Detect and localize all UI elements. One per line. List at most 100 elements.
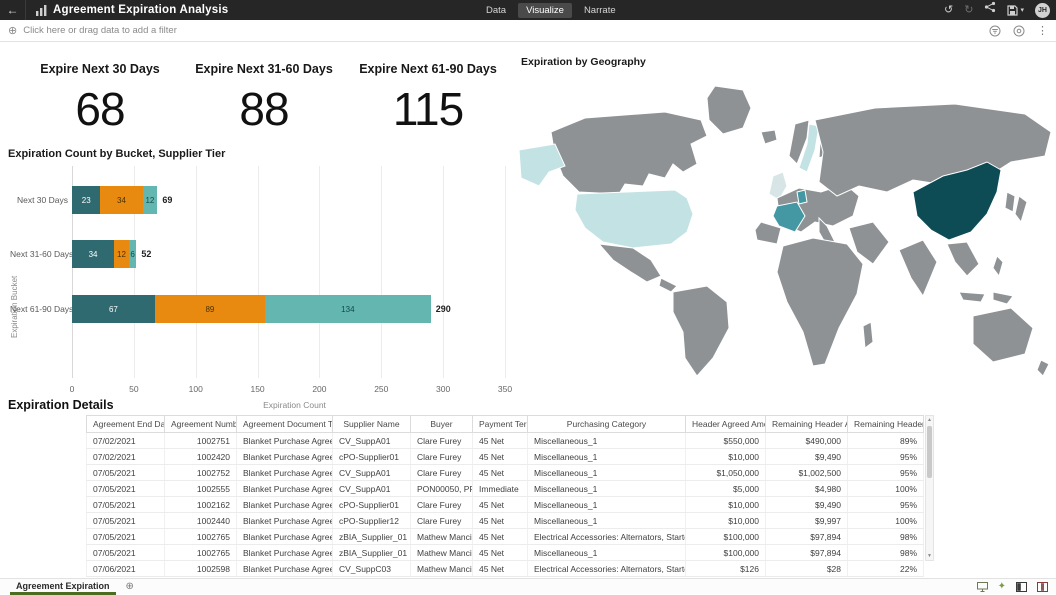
table-cell[interactable]: $97,894: [766, 529, 848, 545]
redo-icon[interactable]: ↻: [964, 0, 973, 20]
table-cell[interactable]: 100%: [848, 481, 924, 497]
table-cell[interactable]: $1,050,000: [686, 465, 766, 481]
table-cell[interactable]: 45 Net: [473, 497, 528, 513]
map-country-philippines[interactable]: [993, 256, 1003, 276]
map-country-japan[interactable]: [1015, 196, 1027, 222]
table-cell[interactable]: $490,000: [766, 433, 848, 449]
table-cell[interactable]: Clare Furey: [411, 497, 473, 513]
table-cell[interactable]: Clare Furey: [411, 465, 473, 481]
column-header-3[interactable]: Supplier Name: [333, 416, 411, 433]
map-country-greenland[interactable]: [707, 86, 751, 134]
table-cell[interactable]: PON00050, PRC: [411, 481, 473, 497]
table-cell[interactable]: 45 Net: [473, 449, 528, 465]
table-cell[interactable]: 07/05/2021: [87, 497, 165, 513]
tab-data[interactable]: Data: [478, 3, 514, 18]
table-cell[interactable]: $10,000: [686, 497, 766, 513]
table-cell[interactable]: Miscellaneous_1: [528, 545, 686, 561]
table-cell[interactable]: Clare Furey: [411, 433, 473, 449]
map-country-korea[interactable]: [1005, 192, 1015, 212]
table-cell[interactable]: zBIA_Supplier_01: [333, 545, 411, 561]
user-avatar[interactable]: JH: [1035, 3, 1050, 18]
add-filter-icon[interactable]: ⊕: [8, 24, 17, 37]
table-scrollbar[interactable]: ▲ ▼: [925, 415, 934, 561]
table-cell[interactable]: 1002765: [165, 545, 237, 561]
column-header-0[interactable]: Agreement End Date: [87, 416, 165, 433]
table-cell[interactable]: 45 Net: [473, 465, 528, 481]
table-cell[interactable]: 45 Net: [473, 561, 528, 577]
table-cell[interactable]: 98%: [848, 545, 924, 561]
column-header-5[interactable]: Payment Terms: [473, 416, 528, 433]
column-header-4[interactable]: Buyer: [411, 416, 473, 433]
table-cell[interactable]: cPO-Supplier01: [333, 497, 411, 513]
table-cell[interactable]: $9,490: [766, 497, 848, 513]
map-country-united-states[interactable]: [575, 190, 693, 248]
table-cell[interactable]: 95%: [848, 465, 924, 481]
table-cell[interactable]: $9,997: [766, 513, 848, 529]
table-cell[interactable]: 07/05/2021: [87, 513, 165, 529]
table-cell[interactable]: 100%: [848, 513, 924, 529]
column-header-2[interactable]: Agreement Document Type: [237, 416, 333, 433]
table-cell[interactable]: 1002751: [165, 433, 237, 449]
map-country-madagascar[interactable]: [863, 322, 873, 348]
table-cell[interactable]: 98%: [848, 529, 924, 545]
scroll-down-icon[interactable]: ▼: [926, 553, 933, 559]
table-cell[interactable]: zBIA_Supplier_01: [333, 529, 411, 545]
bar-segment-tier-3[interactable]: 6: [129, 240, 136, 268]
table-cell[interactable]: Miscellaneous_1: [528, 513, 686, 529]
table-cell[interactable]: Immediate: [473, 481, 528, 497]
table-cell[interactable]: 07/02/2021: [87, 433, 165, 449]
table-cell[interactable]: 1002765: [165, 529, 237, 545]
table-cell[interactable]: $5,000: [686, 481, 766, 497]
map-country-canada[interactable]: [551, 112, 707, 194]
table-cell[interactable]: CV_SuppA01: [333, 433, 411, 449]
filter-pin-icon[interactable]: [1013, 25, 1025, 37]
map-country-australia[interactable]: [973, 308, 1033, 362]
table-cell[interactable]: $100,000: [686, 545, 766, 561]
map-country-india[interactable]: [899, 240, 937, 296]
back-icon[interactable]: ←: [0, 0, 26, 20]
layout-split-panel-icon[interactable]: [1037, 582, 1048, 592]
table-cell[interactable]: $4,980: [766, 481, 848, 497]
table-cell[interactable]: 1002752: [165, 465, 237, 481]
map-country-central-america[interactable]: [659, 278, 677, 292]
bar-segment-tier-2[interactable]: 34: [100, 186, 142, 214]
tab-narrate[interactable]: Narrate: [576, 3, 624, 18]
table-cell[interactable]: Blanket Purchase Agreement: [237, 465, 333, 481]
table-cell[interactable]: Blanket Purchase Agreement: [237, 513, 333, 529]
map-country-new-zealand[interactable]: [1037, 360, 1049, 376]
table-cell[interactable]: $97,894: [766, 545, 848, 561]
table-cell[interactable]: 1002440: [165, 513, 237, 529]
table-cell[interactable]: 07/05/2021: [87, 481, 165, 497]
table-cell[interactable]: Miscellaneous_1: [528, 433, 686, 449]
table-row-0[interactable]: 07/02/20211002751Blanket Purchase Agreem…: [87, 433, 924, 449]
table-cell[interactable]: $10,000: [686, 513, 766, 529]
map-country-spain[interactable]: [755, 222, 781, 244]
table-cell[interactable]: Blanket Purchase Agreement: [237, 497, 333, 513]
table-cell[interactable]: 45 Net: [473, 513, 528, 529]
column-header-9[interactable]: Remaining Header Amount: [848, 416, 924, 433]
table-cell[interactable]: Electrical Accessories: Alternators, Sta…: [528, 561, 686, 577]
table-cell[interactable]: Blanket Purchase Agreement: [237, 529, 333, 545]
table-cell[interactable]: 95%: [848, 449, 924, 465]
canvas-tab-agreement-expiration[interactable]: Agreement Expiration: [10, 579, 116, 595]
table-cell[interactable]: 45 Net: [473, 545, 528, 561]
table-cell[interactable]: Blanket Purchase Agreement: [237, 433, 333, 449]
add-filter-target[interactable]: ⊕ Click here or drag data to add a filte…: [8, 24, 177, 37]
bar-segment-tier-2[interactable]: 12: [114, 240, 129, 268]
map-country-iceland[interactable]: [761, 130, 777, 144]
table-cell[interactable]: 89%: [848, 433, 924, 449]
table-cell[interactable]: 1002555: [165, 481, 237, 497]
table-cell[interactable]: 07/02/2021: [87, 449, 165, 465]
kpi-tile-1[interactable]: Expire Next 31-60 Days88: [182, 56, 346, 152]
map-country-mexico[interactable]: [599, 244, 661, 282]
bar-segment-tier-2[interactable]: 89: [155, 295, 265, 323]
save-button[interactable]: ▾: [1007, 5, 1024, 16]
table-cell[interactable]: Blanket Purchase Agreement: [237, 545, 333, 561]
map-region-africa[interactable]: [777, 238, 863, 366]
table-cell[interactable]: 07/05/2021: [87, 465, 165, 481]
table-cell[interactable]: $1,002,500: [766, 465, 848, 481]
map-region-southeast-asia[interactable]: [947, 242, 979, 276]
save-caret-icon[interactable]: ▾: [1020, 6, 1024, 14]
table-row-1[interactable]: 07/02/20211002420Blanket Purchase Agreem…: [87, 449, 924, 465]
table-cell[interactable]: cPO-Supplier12: [333, 513, 411, 529]
